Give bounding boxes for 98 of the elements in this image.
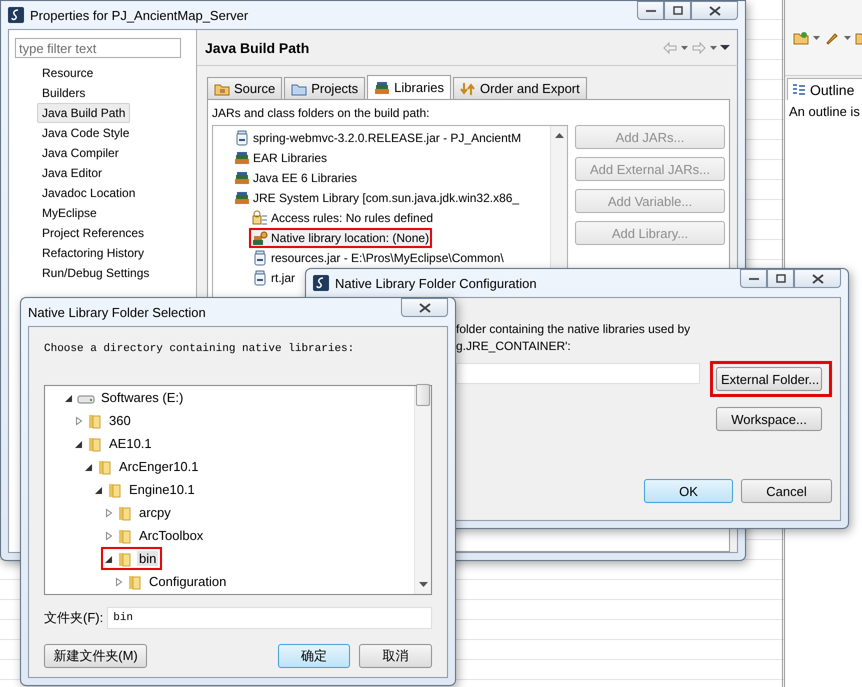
scroll-thumb[interactable] bbox=[416, 384, 430, 406]
location-field[interactable] bbox=[456, 363, 700, 384]
books-icon bbox=[374, 80, 390, 96]
folder-icon bbox=[87, 412, 103, 428]
cancel-button[interactable]: 取消 bbox=[359, 644, 432, 668]
category-item[interactable]: Run/Debug Settings bbox=[37, 263, 154, 283]
category-item[interactable]: Java Compiler bbox=[37, 143, 124, 163]
maximize-button[interactable] bbox=[664, 1, 691, 20]
close-icon bbox=[418, 302, 430, 312]
folder-tree-item[interactable]: bin bbox=[101, 547, 162, 570]
category-item[interactable]: Javadoc Location bbox=[37, 183, 140, 203]
folder-tree-item[interactable]: Softwares (E:) bbox=[61, 386, 190, 409]
folder-tree-item[interactable]: arcpy bbox=[101, 501, 177, 524]
maximize-icon bbox=[672, 6, 682, 15]
category-item[interactable]: Refactoring History bbox=[37, 243, 150, 263]
minimize-icon bbox=[646, 8, 656, 12]
app-logo-icon bbox=[8, 7, 24, 23]
folder-tree-item[interactable]: ArcToolbox bbox=[101, 524, 210, 547]
close-icon bbox=[708, 6, 720, 16]
back-arrow-icon bbox=[662, 40, 678, 56]
category-item[interactable]: Resource bbox=[37, 63, 98, 83]
books-icon bbox=[234, 170, 250, 186]
folder-icon bbox=[117, 528, 133, 544]
folder-field[interactable]: bin bbox=[107, 607, 432, 629]
build-path-entry[interactable]: Java EE 6 Libraries bbox=[231, 168, 360, 188]
build-path-entry[interactable]: JRE System Library [com.sun.java.jdk.win32.x86_ bbox=[231, 188, 522, 208]
folder-label: 文件夹(F): bbox=[44, 609, 104, 627]
dialog-title: Native Library Folder Configuration bbox=[335, 276, 538, 291]
dialog-message: g.JRE_CONTAINER': bbox=[456, 338, 572, 355]
folder-tree-item[interactable]: ArcEnger10.1 bbox=[81, 455, 204, 478]
ok-button[interactable]: OK bbox=[644, 479, 733, 503]
build-path-entry[interactable]: spring-webmvc-3.2.0.RELEASE.jar - PJ_AncientM bbox=[231, 128, 524, 148]
scroll-down-icon bbox=[418, 582, 428, 588]
folder-button[interactable]: Workspace... bbox=[716, 407, 822, 431]
jar-icon bbox=[252, 250, 268, 266]
jar-icon bbox=[234, 130, 250, 146]
outline-tab[interactable]: Outline bbox=[787, 78, 862, 100]
category-item[interactable]: Project References bbox=[37, 223, 150, 243]
folder-icon bbox=[107, 482, 123, 498]
scroll-up-icon bbox=[554, 132, 564, 138]
list-label: JARs and class folders on the build path: bbox=[212, 106, 430, 120]
caret-icon bbox=[844, 36, 851, 40]
close-button[interactable] bbox=[401, 298, 448, 317]
folder-tree-item[interactable]: 360 bbox=[71, 409, 137, 432]
dialog-message: folder containing the native libraries used by bbox=[456, 321, 692, 338]
close-icon bbox=[812, 274, 824, 284]
close-button[interactable] bbox=[691, 1, 738, 20]
tab[interactable]: Order and Export bbox=[453, 77, 587, 99]
arrows-icon bbox=[460, 80, 476, 96]
build-path-entry[interactable]: rt.jar bbox=[249, 268, 298, 288]
folder-icon bbox=[97, 458, 113, 474]
forward-arrow-icon bbox=[691, 40, 707, 56]
library-gear-icon bbox=[252, 230, 268, 246]
minimize-button[interactable] bbox=[637, 1, 664, 20]
dialog-prompt: Choose a directory containing native libraries: bbox=[44, 343, 356, 355]
books-icon bbox=[234, 190, 250, 206]
category-item[interactable]: MyEclipse bbox=[37, 203, 102, 223]
filter-field[interactable]: type filter text bbox=[15, 38, 181, 58]
caret-icon bbox=[681, 46, 688, 50]
tab[interactable]: Projects bbox=[284, 77, 366, 99]
build-path-entry[interactable]: EAR Libraries bbox=[231, 148, 330, 168]
dialog-title: Native Library Folder Selection bbox=[28, 305, 207, 320]
books-icon bbox=[234, 150, 250, 166]
category-item[interactable]: Java Build Path bbox=[37, 103, 130, 123]
build-path-entry[interactable]: Access rules: No rules defined bbox=[249, 208, 436, 228]
folder-icon bbox=[127, 574, 143, 590]
cancel-button[interactable]: Cancel bbox=[741, 479, 832, 503]
build-path-entry[interactable]: Native library location: (None) bbox=[249, 228, 432, 248]
folder-button[interactable]: External Folder... bbox=[716, 367, 822, 391]
folder-icon bbox=[117, 504, 133, 520]
outline-icon bbox=[792, 82, 806, 96]
tab[interactable]: Source bbox=[207, 77, 282, 99]
ok-button[interactable]: 确定 bbox=[278, 644, 350, 668]
jar-icon bbox=[252, 270, 268, 286]
folder-tree-item[interactable]: Configuration bbox=[111, 570, 232, 593]
close-button[interactable] bbox=[794, 269, 841, 288]
category-item[interactable]: Java Editor bbox=[37, 163, 108, 183]
folder-tree-item[interactable]: Engine10.1 bbox=[91, 478, 201, 501]
rules-icon bbox=[252, 210, 268, 226]
minimize-button[interactable] bbox=[740, 269, 767, 288]
minimize-icon bbox=[748, 276, 758, 280]
app-logo-icon bbox=[313, 275, 329, 291]
build-path-entry[interactable]: resources.jar - E:\Pros\MyEclipse\Common\ bbox=[249, 248, 507, 268]
new-folder-button[interactable]: 新建文件夹(M) bbox=[44, 644, 147, 668]
folder-icon bbox=[793, 30, 809, 46]
menu-triangle-icon bbox=[720, 45, 730, 50]
folder-icon bbox=[117, 550, 133, 566]
caret-icon bbox=[813, 36, 820, 40]
category-item[interactable]: Builders bbox=[37, 83, 90, 103]
folder-icon bbox=[87, 436, 103, 452]
folder-tree-item[interactable]: AE10.1 bbox=[71, 432, 158, 455]
window-title: Properties for PJ_AncientMap_Server bbox=[30, 8, 250, 23]
maximize-button[interactable] bbox=[767, 269, 794, 288]
caret-icon bbox=[710, 46, 717, 50]
page-title: Java Build Path bbox=[205, 40, 310, 56]
category-item[interactable]: Java Code Style bbox=[37, 123, 134, 143]
maximize-icon bbox=[776, 274, 786, 283]
tab[interactable]: Libraries bbox=[367, 75, 452, 99]
